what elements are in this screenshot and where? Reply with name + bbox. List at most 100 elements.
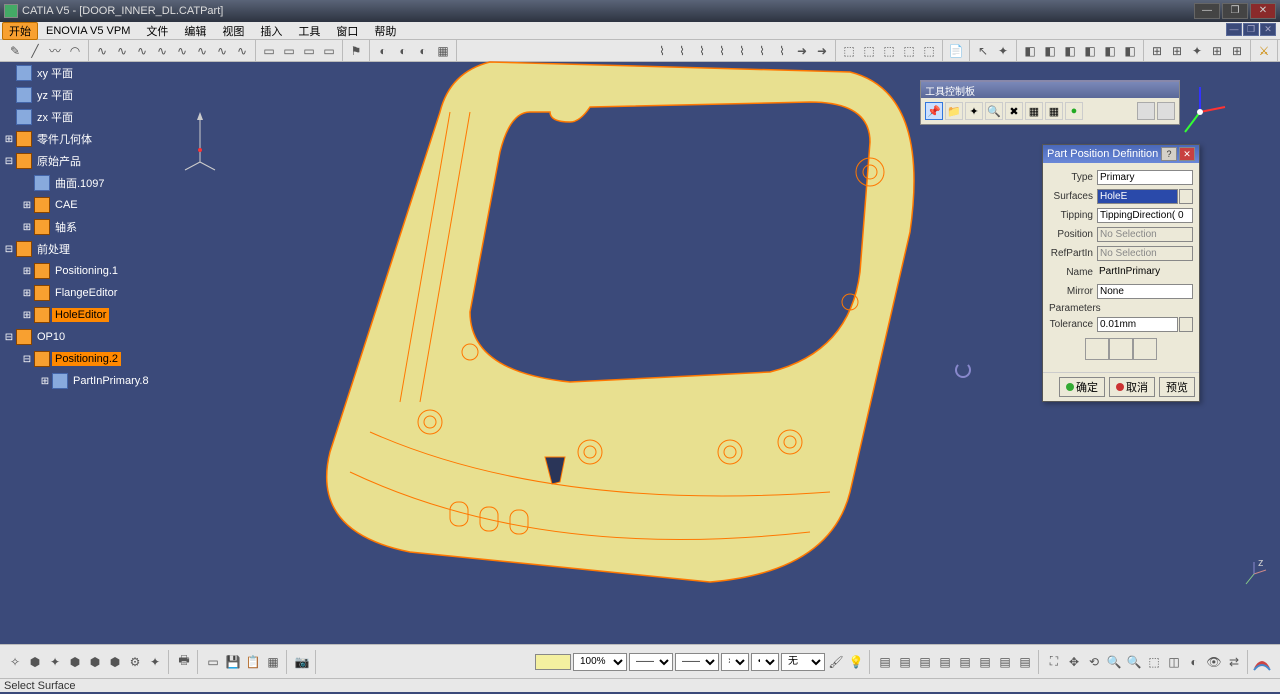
tree-expand-icon[interactable]: ⊞ xyxy=(4,134,14,145)
bt-11-icon[interactable]: 💾 xyxy=(224,653,242,671)
palette-btn-5[interactable]: ✖ xyxy=(1005,102,1023,120)
tool-box-icon[interactable]: ▭ xyxy=(260,42,278,60)
tool-pdf-icon[interactable]: 📄 xyxy=(947,42,965,60)
color-swatch[interactable] xyxy=(535,654,571,670)
tree-node-label[interactable]: 轴系 xyxy=(52,218,80,236)
tree-item-4[interactable]: ⊟原始产品 xyxy=(4,150,204,172)
menu-view[interactable]: 视图 xyxy=(214,22,252,40)
tree-node-label[interactable]: FlangeEditor xyxy=(52,286,120,300)
tool-spline2-icon[interactable]: ∿ xyxy=(113,42,131,60)
tree-node-label[interactable]: yz 平面 xyxy=(34,86,76,104)
tree-node-label[interactable]: CAE xyxy=(52,198,81,212)
tool-spline7-icon[interactable]: ∿ xyxy=(213,42,231,60)
bt-rotate-icon[interactable]: ⟲ xyxy=(1085,653,1103,671)
tool-m5-icon[interactable]: ◧ xyxy=(1101,42,1119,60)
tool-m6-icon[interactable]: ◧ xyxy=(1121,42,1139,60)
tool-g4-icon[interactable]: ⊞ xyxy=(1208,42,1226,60)
menu-file[interactable]: 文件 xyxy=(138,22,176,40)
bt-fit-icon[interactable]: ⛶ xyxy=(1045,653,1063,671)
mdi-minimize-button[interactable]: — xyxy=(1226,23,1242,36)
bt-v5-icon[interactable]: ▤ xyxy=(956,653,974,671)
tool-g1-icon[interactable]: ⊞ xyxy=(1148,42,1166,60)
menu-help[interactable]: 帮助 xyxy=(366,22,404,40)
bt-v7-icon[interactable]: ▤ xyxy=(996,653,1014,671)
linetype-combo[interactable]: ——— xyxy=(629,653,673,671)
tree-node-label[interactable]: OP10 xyxy=(34,330,68,344)
tree-expand-icon[interactable]: ⊞ xyxy=(22,200,32,211)
tree-node-label[interactable]: Positioning.1 xyxy=(52,264,121,278)
bt-12-icon[interactable]: 📋 xyxy=(244,653,262,671)
mdi-restore-button[interactable]: ❐ xyxy=(1243,23,1259,36)
tree-expand-icon[interactable]: ⊟ xyxy=(22,354,32,365)
tree-expand-icon[interactable]: ⊟ xyxy=(4,244,14,255)
bt-light-icon[interactable]: 💡 xyxy=(847,653,865,671)
bt-2-icon[interactable]: ⬢ xyxy=(26,653,44,671)
bt-6-icon[interactable]: ⬢ xyxy=(106,653,124,671)
tool-m4-icon[interactable]: ◧ xyxy=(1081,42,1099,60)
tree-item-9[interactable]: ⊞Positioning.1 xyxy=(4,260,204,282)
x-combo[interactable]: × xyxy=(721,653,749,671)
tool-spline3-icon[interactable]: ∿ xyxy=(133,42,151,60)
name-field[interactable]: PartInPrimary xyxy=(1097,265,1193,280)
tool-spline4-icon[interactable]: ∿ xyxy=(153,42,171,60)
tree-item-3[interactable]: ⊞ 零件几何体 xyxy=(4,128,204,150)
bt-paint-icon[interactable]: 🖌 xyxy=(827,653,845,671)
position-field[interactable]: No Selection xyxy=(1097,227,1193,242)
palette-btn-1[interactable]: 📌 xyxy=(925,102,943,120)
tree-expand-icon[interactable]: ⊞ xyxy=(22,222,32,233)
palette-title[interactable]: 工具控制板 xyxy=(921,82,1179,98)
ok-button[interactable]: 确定 xyxy=(1059,377,1105,397)
surfaces-picker-button[interactable] xyxy=(1179,189,1193,204)
dialog-icon-btn-2[interactable] xyxy=(1109,338,1133,360)
cancel-button[interactable]: 取消 xyxy=(1109,377,1155,397)
tool-m1-icon[interactable]: ◧ xyxy=(1021,42,1039,60)
menu-window[interactable]: 窗口 xyxy=(328,22,366,40)
tree-item-2[interactable]: zx 平面 xyxy=(4,106,204,128)
bt-v3-icon[interactable]: ▤ xyxy=(916,653,934,671)
tool-control-panel[interactable]: 工具控制板 📌 📁 ✦ 🔍 ✖ ▦ ▦ ● xyxy=(920,80,1180,125)
tree-node-label[interactable]: PartInPrimary.8 xyxy=(70,374,152,388)
tool-curve-icon[interactable]: 〰 xyxy=(46,42,64,60)
tree-expand-icon[interactable]: ⊞ xyxy=(22,288,32,299)
tree-item-11[interactable]: ⊞HoleEditor xyxy=(4,304,204,326)
tool-g3-icon[interactable]: ✦ xyxy=(1188,42,1206,60)
dialog-icon-btn-3[interactable] xyxy=(1133,338,1157,360)
tipping-field[interactable]: TippingDirection( 0 xyxy=(1097,208,1193,223)
menu-edit[interactable]: 编辑 xyxy=(176,22,214,40)
tool-sketch-icon[interactable]: ✎ xyxy=(6,42,24,60)
tool-m2-icon[interactable]: ◧ xyxy=(1041,42,1059,60)
tree-item-13[interactable]: ⊟Positioning.2 xyxy=(4,348,204,370)
dialog-titlebar[interactable]: Part Position Definition ? ✕ xyxy=(1043,145,1199,163)
tool-select2-icon[interactable]: ✦ xyxy=(994,42,1012,60)
tree-node-label[interactable]: 前处理 xyxy=(34,240,73,258)
palette-btn-3[interactable]: ✦ xyxy=(965,102,983,120)
palette-btn-2[interactable]: 📁 xyxy=(945,102,963,120)
tool-spline1-icon[interactable]: ∿ xyxy=(93,42,111,60)
preview-button[interactable]: 预览 xyxy=(1159,377,1195,397)
bt-camera-icon[interactable]: 📷 xyxy=(293,653,311,671)
refpartin-field[interactable]: No Selection xyxy=(1097,246,1193,261)
close-button[interactable]: ✕ xyxy=(1250,3,1276,19)
bt-zoomout-icon[interactable]: 🔍 xyxy=(1125,653,1143,671)
bt-1-icon[interactable]: ✧ xyxy=(6,653,24,671)
dialog-close-button[interactable]: ✕ xyxy=(1179,147,1195,161)
palette-btn-8[interactable]: ● xyxy=(1065,102,1083,120)
tree-node-label[interactable]: 零件几何体 xyxy=(34,130,95,148)
layer-combo[interactable]: 无 xyxy=(781,653,825,671)
tool-m3-icon[interactable]: ◧ xyxy=(1061,42,1079,60)
tree-item-0[interactable]: xy 平面 xyxy=(4,62,204,84)
tree-expand-icon[interactable]: ⊞ xyxy=(40,376,50,387)
bt-13-icon[interactable]: ▦ xyxy=(264,653,282,671)
surfaces-field[interactable]: HoleE xyxy=(1097,189,1178,204)
mdi-close-button[interactable]: ✕ xyxy=(1260,23,1276,36)
tree-item-7[interactable]: ⊞ 轴系 xyxy=(4,216,204,238)
tool-line-icon[interactable]: ╱ xyxy=(26,42,44,60)
menu-insert[interactable]: 插入 xyxy=(252,22,290,40)
tree-node-label[interactable]: xy 平面 xyxy=(34,64,76,82)
tree-node-label[interactable]: zx 平面 xyxy=(34,108,76,126)
bt-4-icon[interactable]: ⬢ xyxy=(66,653,84,671)
lineweight-combo[interactable]: ——— xyxy=(675,653,719,671)
palette-gray-2[interactable] xyxy=(1157,102,1175,120)
tolerance-spinner[interactable] xyxy=(1179,317,1193,332)
bt-normal-icon[interactable]: ⬚ xyxy=(1145,653,1163,671)
